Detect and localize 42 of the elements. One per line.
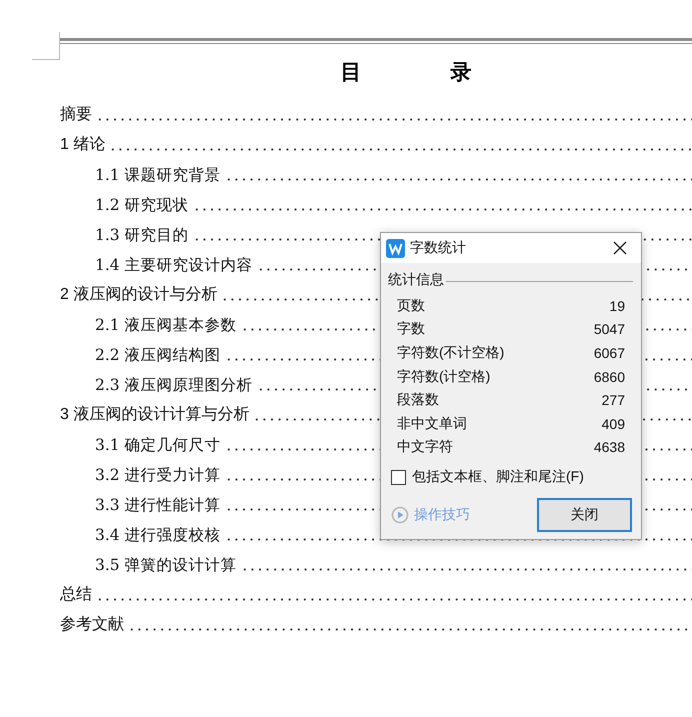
crop-mark	[32, 32, 60, 60]
toc-entry[interactable]: 3.5 弹簧的设计计算	[95, 554, 237, 576]
section-label: 统计信息	[388, 271, 444, 289]
toc-entry[interactable]: 1.2 研究现状	[95, 194, 189, 216]
stat-label: 段落数	[397, 391, 439, 410]
toc-entry[interactable]: 摘要	[60, 104, 92, 126]
stat-value: 5047	[594, 321, 625, 338]
stat-label: 非中文单词	[397, 414, 467, 433]
toc-entry[interactable]: 3.1 确定几何尺寸	[95, 434, 221, 456]
toc-entry[interactable]: 2 液压阀的设计与分析	[60, 284, 218, 306]
stat-label: 字符数(计空格)	[397, 368, 490, 386]
toc-entry[interactable]: 1.3 研究目的	[95, 224, 189, 246]
stat-label: 页数	[397, 296, 425, 315]
stat-label: 字数	[397, 320, 425, 338]
stat-value: 19	[609, 298, 625, 314]
toc-entry[interactable]: 1.1 课题研究背景	[95, 164, 221, 186]
play-icon	[391, 506, 409, 524]
toc-entry[interactable]: 2.1 液压阀基本参数	[95, 314, 237, 336]
toc-entry[interactable]: 3.4 进行强度校核	[95, 524, 221, 546]
toc-entry[interactable]: 3.2 进行受力计算	[95, 464, 221, 486]
stat-value: 409	[602, 416, 625, 432]
stat-value: 277	[602, 392, 625, 408]
stat-value: 4638	[594, 439, 625, 456]
toc-entry[interactable]: 总结	[60, 584, 92, 606]
toc-entry[interactable]: 1 绪论	[60, 134, 106, 156]
dialog-title: 字数统计	[410, 239, 467, 257]
toc-entry[interactable]: 3.3 进行性能计算	[95, 494, 221, 516]
stat-label: 中文字符	[397, 438, 453, 456]
checkbox-label[interactable]: 包括文本框、脚注和尾注(F)	[412, 468, 584, 486]
close-icon[interactable]	[613, 241, 627, 255]
toc-entry[interactable]: 3 液压阀的设计计算与分析	[60, 404, 250, 426]
toc-entry[interactable]: 2.2 液压阀结构图	[95, 344, 221, 366]
toc-entry[interactable]: 1.4 主要研究设计内容	[95, 254, 253, 276]
checkbox[interactable]	[391, 470, 406, 485]
page-title: 目 录	[340, 59, 472, 86]
close-button[interactable]: 关闭	[537, 498, 632, 532]
stat-label: 字符数(不计空格)	[397, 344, 504, 362]
toc-entry[interactable]: 参考文献	[60, 614, 124, 636]
app-logo-icon	[386, 238, 405, 258]
toc-entry[interactable]: 2.3 液压阀原理图分析	[95, 374, 253, 396]
stat-value: 6067	[594, 344, 625, 361]
stat-value: 6860	[594, 368, 625, 385]
